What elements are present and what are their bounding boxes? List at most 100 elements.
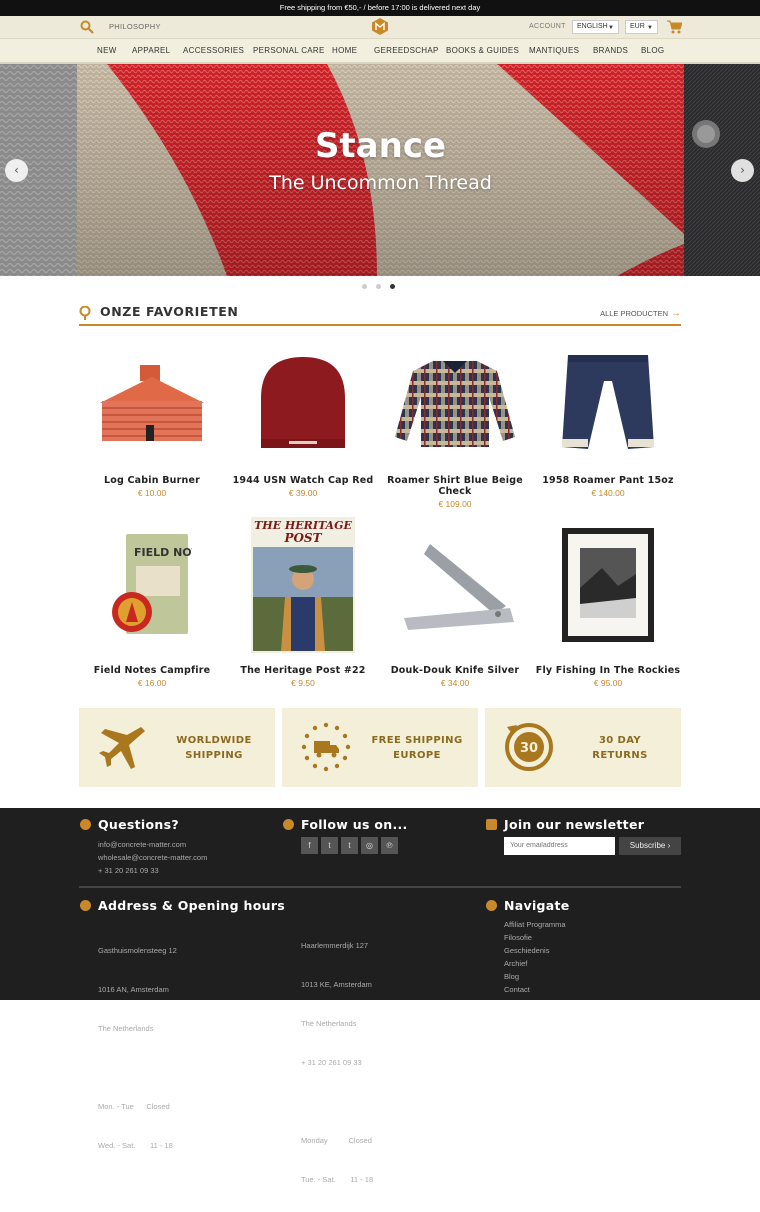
newsletter-email-input[interactable] <box>504 837 615 855</box>
address-column-1: Gasthuismolensteeg 12 1016 AN, Amsterdam… <box>98 918 177 1178</box>
contact-phone: + 31 20 261 09 33 <box>98 866 159 875</box>
nav-mantiques[interactable]: MANTIQUES <box>529 46 579 55</box>
product-name[interactable]: Field Notes Campfire <box>77 665 227 676</box>
feature-line2: SHIPPING <box>185 750 243 761</box>
contact-wholesale-email[interactable]: wholesale@concrete-matter.com <box>98 851 207 864</box>
field-notes-image: FIELD NOTES <box>112 533 192 634</box>
nav-gereedschap[interactable]: GEREEDSCHAP <box>374 46 439 55</box>
newsletter-icon <box>486 819 497 830</box>
clock-icon <box>80 900 91 911</box>
logo-icon[interactable] <box>372 18 388 35</box>
feature-line2: EUROPE <box>393 750 441 761</box>
feature-free-shipping: FREE SHIPPING EUROPE <box>282 708 478 787</box>
footer-link-affiliate[interactable]: Affiliat Programma <box>504 918 566 931</box>
compass-icon <box>486 900 497 911</box>
navigate-links: Affiliat Programma Filosofie Geschiedeni… <box>504 918 566 996</box>
nav-personal-care[interactable]: PERSONAL CARE <box>253 46 325 55</box>
product-card[interactable]: Log Cabin Burner € 10.00 <box>77 343 227 498</box>
knife-image <box>404 543 514 630</box>
product-card[interactable]: 1958 Roamer Pant 15oz € 140.00 <box>533 343 683 498</box>
favorites-header: ONZE FAVORIETEN ALLE PRODUCTEN → <box>79 304 681 326</box>
product-image <box>228 343 378 463</box>
social-links: f t t ◎ ℗ <box>301 837 398 854</box>
nav-accessories[interactable]: ACCESSORIES <box>183 46 244 55</box>
nav-books-guides[interactable]: BOOKS & GUIDES <box>446 46 519 55</box>
product-card[interactable]: FIELD NOTES Field Notes Campfire € 16.00 <box>77 516 227 688</box>
search-icon[interactable] <box>80 20 94 34</box>
product-name[interactable]: Douk-Douk Knife Silver <box>380 665 530 676</box>
feature-worldwide-shipping: WORLDWIDE SHIPPING <box>79 708 275 787</box>
main-navigation: NEW APPAREL ACCESSORIES PERSONAL CARE HO… <box>0 38 760 64</box>
product-name[interactable]: Fly Fishing In The Rockies <box>533 665 683 676</box>
product-image: FIELD NOTES <box>77 516 227 653</box>
navigate-title: Navigate <box>504 898 570 913</box>
product-price: € 9.50 <box>291 678 315 688</box>
product-card[interactable]: Fly Fishing In The Rockies € 95.00 <box>533 516 683 688</box>
footer-link-blog[interactable]: Blog <box>504 970 566 983</box>
feature-line1: WORLDWIDE <box>176 735 252 746</box>
product-card[interactable]: Roamer Shirt Blue Beige Check € 109.00 <box>380 343 530 509</box>
carousel-dot[interactable] <box>376 284 381 289</box>
cart-icon[interactable] <box>667 20 682 34</box>
nav-home[interactable]: HOME <box>332 46 357 55</box>
product-name[interactable]: Log Cabin Burner <box>77 475 227 486</box>
nav-new[interactable]: NEW <box>97 46 117 55</box>
returns-icon: 30 <box>505 723 553 771</box>
address-spacer <box>98 1061 177 1074</box>
instagram-icon[interactable]: ◎ <box>361 837 378 854</box>
product-price: € 39.00 <box>288 488 318 498</box>
carousel-next-button[interactable]: › <box>731 159 754 182</box>
product-name[interactable]: 1958 Roamer Pant 15oz <box>533 475 683 486</box>
subscribe-button[interactable]: Subscribe › <box>619 837 681 855</box>
product-card[interactable]: THE HERITAGE POST The Heritage Post #22 … <box>228 516 378 688</box>
footer-link-filosofie[interactable]: Filosofie <box>504 931 566 944</box>
hero-slide-image <box>77 64 684 276</box>
nav-brands[interactable]: BRANDS <box>593 46 628 55</box>
address-line: The Netherlands <box>301 1019 357 1028</box>
caret-down-icon: ▼ <box>647 25 653 31</box>
address-line: Haarlemmerdijk 127 <box>301 941 369 950</box>
address-line: The Netherlands <box>98 1024 154 1033</box>
product-image <box>380 343 530 463</box>
opening-hours-line: Mon. - Tue Closed <box>98 1102 170 1111</box>
product-price: € 34.00 <box>440 678 470 688</box>
footer-link-geschiedenis[interactable]: Geschiedenis <box>504 944 566 957</box>
pin-icon <box>79 306 91 320</box>
hero-carousel: Stance The Uncommon Thread ‹ › <box>0 64 760 276</box>
top-header: PHILOSOPHY ACCOUNT ENGLISH ▼ EUR ▼ <box>0 16 760 38</box>
currency-select[interactable]: EUR ▼ <box>625 20 658 34</box>
product-image: THE HERITAGE POST <box>228 516 378 653</box>
address-line: Gasthuismolensteeg 12 <box>98 946 177 955</box>
pinterest-icon[interactable]: ℗ <box>381 837 398 854</box>
footer-link-contact[interactable]: Contact <box>504 983 566 996</box>
carousel-prev-button[interactable]: ‹ <box>5 159 28 182</box>
product-name[interactable]: The Heritage Post #22 <box>228 665 378 676</box>
twitter-icon[interactable]: t <box>321 837 338 854</box>
carousel-dot[interactable] <box>362 284 367 289</box>
contact-email[interactable]: info@concrete-matter.com <box>98 838 207 851</box>
all-products-link[interactable]: ALLE PRODUCTEN → <box>600 308 681 319</box>
carousel-dot-active[interactable] <box>390 284 395 289</box>
footer-link-archief[interactable]: Archief <box>504 957 566 970</box>
product-card[interactable]: Douk-Douk Knife Silver € 34.00 <box>380 516 530 688</box>
chevron-left-icon: ‹ <box>14 163 19 177</box>
roamer-pant-image <box>562 355 654 449</box>
shipping-announcement-bar: Free shipping from €50,- / before 17:00 … <box>0 0 760 16</box>
tumblr-icon[interactable]: t <box>341 837 358 854</box>
account-link[interactable]: ACCOUNT <box>529 23 566 30</box>
language-select[interactable]: ENGLISH ▼ <box>572 20 619 34</box>
product-image <box>77 343 227 463</box>
product-name[interactable]: 1944 USN Watch Cap Red <box>228 475 378 486</box>
product-image <box>533 343 683 463</box>
product-price: € 10.00 <box>137 488 167 498</box>
feature-text: FREE SHIPPING EUROPE <box>362 733 472 763</box>
product-card[interactable]: 1944 USN Watch Cap Red € 39.00 <box>228 343 378 498</box>
philosophy-link[interactable]: PHILOSOPHY <box>109 22 161 31</box>
facebook-icon[interactable]: f <box>301 837 318 854</box>
product-name[interactable]: Roamer Shirt Blue Beige Check <box>380 475 530 497</box>
footer: Questions? info@concrete-matter.com whol… <box>0 808 760 1184</box>
nav-apparel[interactable]: APPAREL <box>132 46 170 55</box>
caret-down-icon: ▼ <box>608 25 614 31</box>
nav-blog[interactable]: BLOG <box>641 46 664 55</box>
product-image <box>380 516 530 653</box>
